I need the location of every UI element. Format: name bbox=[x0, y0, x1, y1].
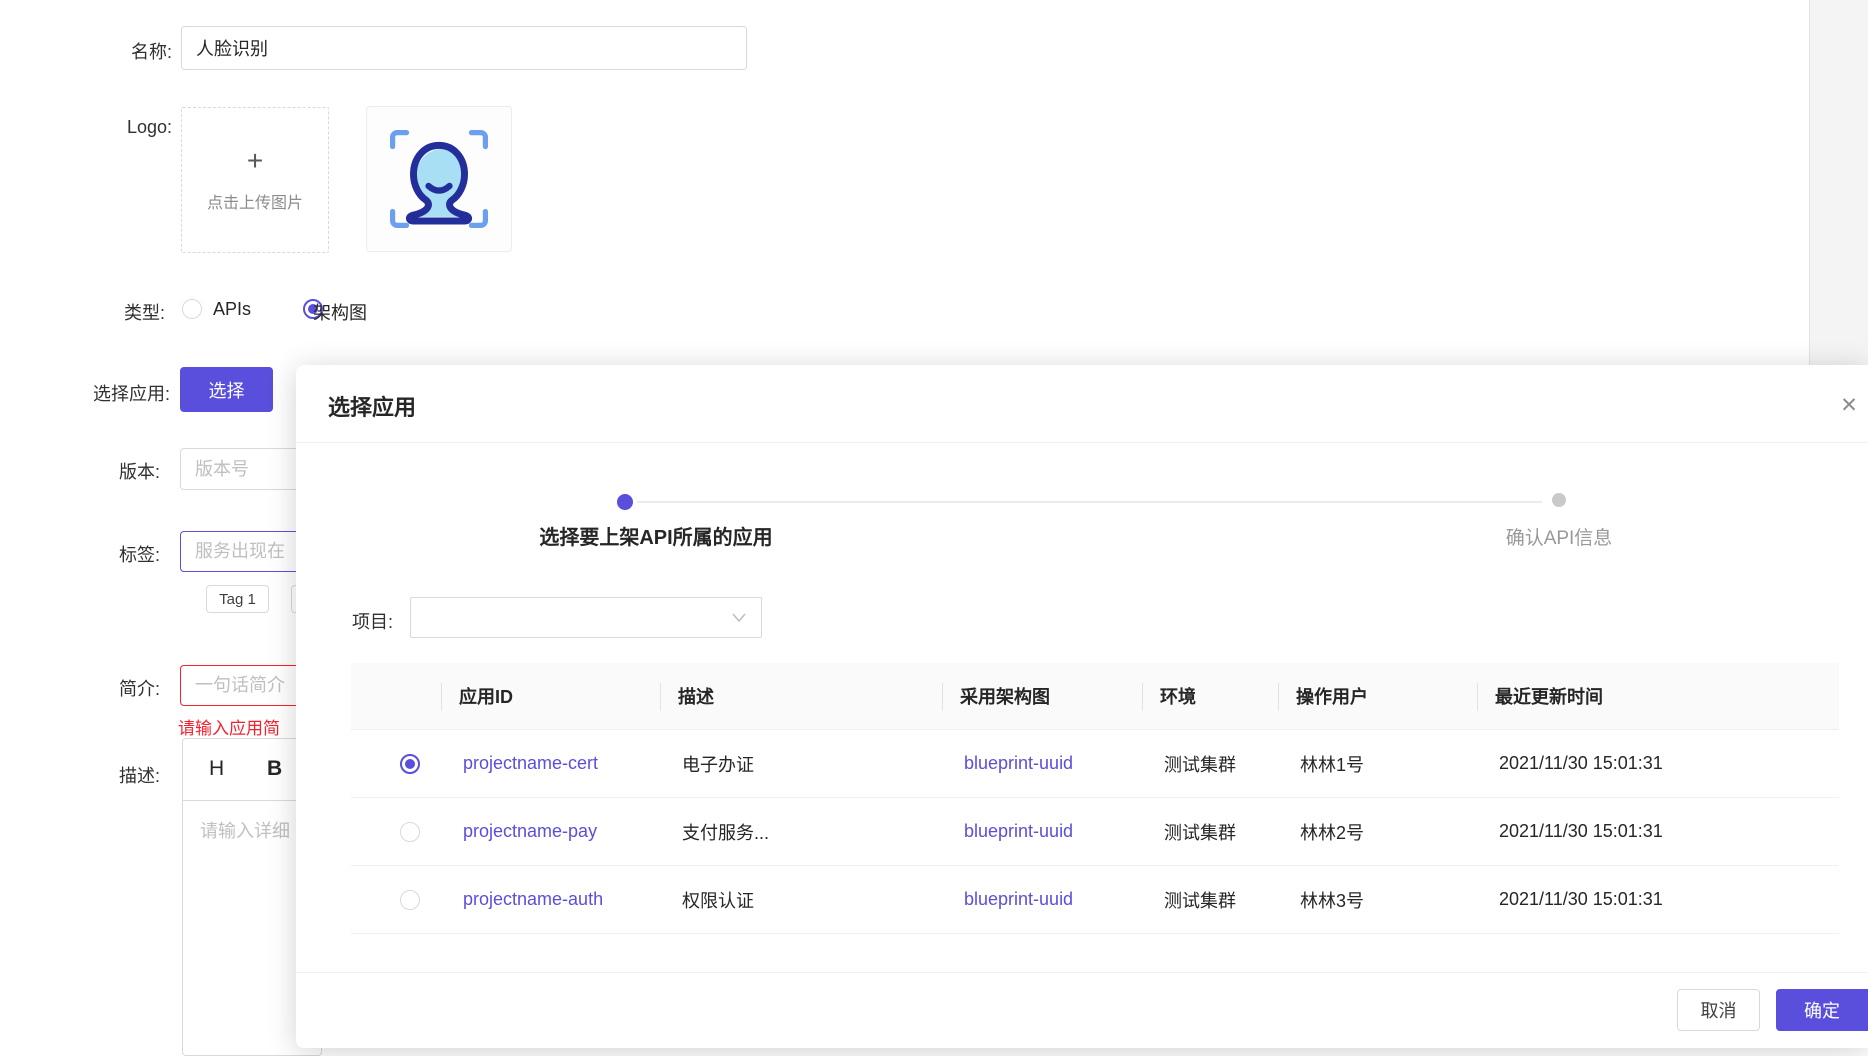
table-row: projectname-pay 支付服务... blueprint-uuid 测… bbox=[351, 798, 1839, 866]
blueprint-link[interactable]: blueprint-uuid bbox=[942, 753, 1142, 774]
name-label: 名称: bbox=[80, 38, 172, 64]
step1-dot-icon bbox=[617, 494, 633, 510]
row-radio[interactable] bbox=[400, 822, 420, 842]
cancel-button[interactable]: 取消 bbox=[1677, 989, 1760, 1031]
modal-header: 选择应用 ✕ bbox=[296, 365, 1868, 443]
select-app-modal: 选择应用 ✕ 选择要上架API所属的应用 确认API信息 项目: 应用ID 描述… bbox=[296, 365, 1868, 1048]
user-cell: 林林1号 bbox=[1278, 751, 1477, 777]
env-cell: 测试集群 bbox=[1142, 887, 1278, 913]
table-row: projectname-cert 电子办证 blueprint-uuid 测试集… bbox=[351, 730, 1839, 798]
user-cell: 林林2号 bbox=[1278, 819, 1477, 845]
col-user: 操作用户 bbox=[1278, 663, 1477, 729]
modal-title: 选择应用 bbox=[328, 390, 416, 422]
step-connector-line bbox=[637, 501, 1542, 503]
env-cell: 测试集群 bbox=[1142, 751, 1278, 777]
project-select[interactable] bbox=[410, 597, 762, 638]
app-id-link[interactable]: projectname-auth bbox=[441, 889, 660, 910]
select-app-button[interactable]: 选择 bbox=[180, 367, 273, 412]
plus-icon: + bbox=[247, 147, 263, 175]
intro-error-text: 请输入应用简 bbox=[178, 714, 280, 739]
face-scan-icon bbox=[381, 121, 497, 237]
description-label: 描述: bbox=[80, 762, 160, 788]
close-icon[interactable]: ✕ bbox=[1836, 393, 1862, 419]
env-cell: 测试集群 bbox=[1142, 819, 1278, 845]
step1-label: 选择要上架API所属的应用 bbox=[523, 521, 789, 550]
updated-cell: 2021/11/30 15:01:31 bbox=[1477, 753, 1839, 774]
row-radio[interactable] bbox=[400, 890, 420, 910]
updated-cell: 2021/11/30 15:01:31 bbox=[1477, 821, 1839, 842]
app-desc: 支付服务... bbox=[660, 819, 942, 845]
radio-type-apis-label[interactable]: APIs bbox=[213, 299, 251, 320]
app-desc: 电子办证 bbox=[660, 751, 942, 777]
app-id-link[interactable]: projectname-cert bbox=[441, 753, 660, 774]
logo-label: Logo: bbox=[80, 117, 172, 138]
app-table: 应用ID 描述 采用架构图 环境 操作用户 最近更新时间 projectname… bbox=[351, 663, 1839, 934]
project-label: 项目: bbox=[352, 608, 393, 634]
logo-upload-button[interactable]: + 点击上传图片 bbox=[181, 107, 329, 253]
tag-label: 标签: bbox=[80, 541, 160, 567]
app-desc: 权限认证 bbox=[660, 887, 942, 913]
user-cell: 林林3号 bbox=[1278, 887, 1477, 913]
blueprint-link[interactable]: blueprint-uuid bbox=[942, 821, 1142, 842]
page-gutter bbox=[1809, 0, 1868, 365]
row-radio[interactable] bbox=[400, 754, 420, 774]
upload-hint: 点击上传图片 bbox=[207, 189, 303, 213]
type-label: 类型: bbox=[80, 299, 165, 325]
confirm-button[interactable]: 确定 bbox=[1776, 989, 1868, 1031]
col-blueprint: 采用架构图 bbox=[942, 663, 1142, 729]
radio-type-architecture-label[interactable]: 架构图 bbox=[313, 299, 367, 325]
col-desc: 描述 bbox=[660, 663, 942, 729]
blueprint-link[interactable]: blueprint-uuid bbox=[942, 889, 1142, 910]
select-app-label: 选择应用: bbox=[80, 380, 170, 406]
col-app-id: 应用ID bbox=[441, 663, 660, 729]
radio-type-apis[interactable] bbox=[182, 299, 202, 319]
name-input[interactable] bbox=[181, 26, 747, 70]
page: 名称: Logo: + 点击上传图片 类型: APIs 架构图 选择应用: 选择… bbox=[0, 0, 1868, 1056]
chevron-down-icon bbox=[731, 612, 747, 624]
bold-button[interactable]: B bbox=[267, 757, 282, 781]
table-row: projectname-auth 权限认证 blueprint-uuid 测试集… bbox=[351, 866, 1839, 934]
step2-dot-icon bbox=[1552, 493, 1566, 507]
logo-preview bbox=[366, 106, 512, 252]
modal-footer: 取消 确定 bbox=[296, 972, 1868, 1048]
col-env: 环境 bbox=[1142, 663, 1278, 729]
updated-cell: 2021/11/30 15:01:31 bbox=[1477, 889, 1839, 910]
heading-button[interactable]: H bbox=[209, 757, 224, 781]
step2-label: 确认API信息 bbox=[1485, 523, 1633, 550]
col-updated: 最近更新时间 bbox=[1477, 663, 1839, 729]
version-label: 版本: bbox=[80, 458, 160, 484]
app-id-link[interactable]: projectname-pay bbox=[441, 821, 660, 842]
table-header-row: 应用ID 描述 采用架构图 环境 操作用户 最近更新时间 bbox=[351, 663, 1839, 730]
col-radio bbox=[351, 663, 441, 729]
tag-chip[interactable]: Tag 1 bbox=[206, 585, 269, 613]
intro-label: 简介: bbox=[80, 675, 160, 701]
